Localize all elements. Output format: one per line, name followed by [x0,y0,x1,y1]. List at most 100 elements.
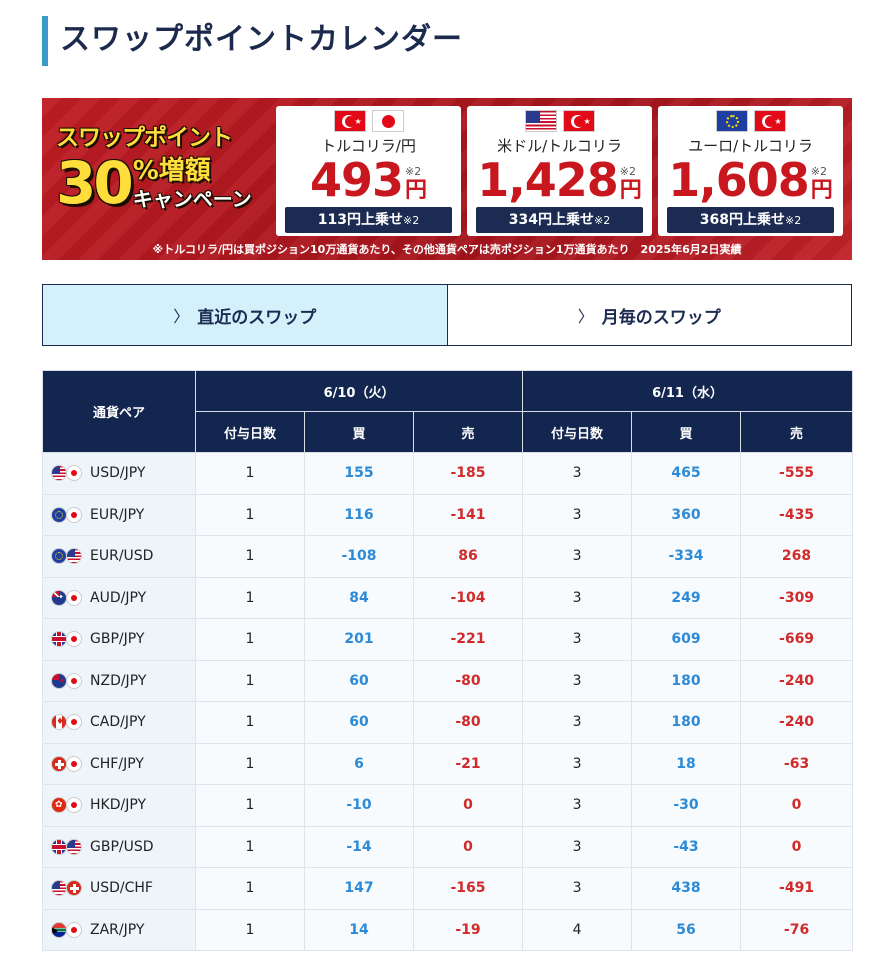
campaign-banner[interactable]: スワップポイント 30 %増額 キャンペーン ★ トルコリラ/円 493 ※2 円 113… [42,98,852,260]
tab-recent-swap[interactable]: 〉 直近のスワップ [43,285,448,345]
card-flags: ★ [276,110,461,134]
pair-name: USD/JPY [90,465,146,482]
sell-cell: -80 [412,659,524,702]
swap-table-wrapper: 通貨ペア 6/10（火） 6/11（水） 付与日数 買 売 付与日数 買 売 U… [42,370,854,951]
pair-name: EUR/USD [90,548,154,565]
card-bonus-text: 368円上乗せ [699,212,785,228]
pair-cell: HKD/JPY [42,784,196,827]
sell-cell: -141 [412,493,524,536]
pair-name: NZD/JPY [90,672,147,689]
days-cell: 1 [195,784,305,827]
buy-cell: 56 [631,908,742,951]
card-value-unit: 円 [810,178,833,203]
swap-card-usd-try: ★ 米ドル/トルコリラ 1,428 ※2 円 334円上乗せ※2 [467,106,652,236]
days-cell: 1 [195,659,305,702]
header-days-2: 付与日数 [522,411,633,453]
japan-flag-icon [66,631,82,648]
card-bonus: 113円上乗せ※2 [285,207,452,233]
sell-cell: -21 [412,742,524,785]
sell-cell: -435 [740,493,854,536]
sell-cell: -185 [412,452,524,495]
pair-cell: AUD/JPY [42,576,196,619]
swap-card-eur-try: ★ ユーロ/トルコリラ 1,608 ※2 円 368円上乗せ※2 [658,106,843,236]
pair-name: ZAR/JPY [90,921,145,938]
buy-cell: 18 [631,742,742,785]
switzerland-flag-icon [66,880,82,897]
header-date-2: 6/11（水） [522,370,854,412]
card-bonus-note: ※2 [403,214,420,227]
table-row: CHF/JPY 1 6 -21 3 18 -63 [42,742,854,785]
buy-cell: -334 [631,535,742,578]
days-cell: 3 [522,576,633,619]
card-bonus-note: ※2 [594,214,611,227]
tab-monthly-swap[interactable]: 〉 月毎のスワップ [448,285,852,345]
pair-cell: EUR/USD [42,535,196,578]
table-row: EUR/USD 1 -108 86 3 -334 268 [42,535,854,578]
card-value-unit: 円 [405,178,428,203]
days-cell: 4 [522,908,633,951]
japan-flag-icon [66,921,82,938]
japan-flag-icon [66,755,82,772]
usa-flag-icon [66,548,82,565]
canada-flag-icon [51,714,67,731]
buy-cell: -10 [304,784,414,827]
days-cell: 1 [195,618,305,661]
eu-flag-icon [715,110,748,132]
turkey-flag-icon: ★ [753,110,786,132]
buy-cell: 147 [304,867,414,910]
days-cell: 3 [522,659,633,702]
card-value: 493 ※2 円 [276,154,461,204]
pair-cell: CAD/JPY [42,701,196,744]
header-buy-2: 買 [631,411,742,453]
buy-cell: 116 [304,493,414,536]
card-value: 1,608 ※2 円 [658,154,843,204]
buy-cell: -30 [631,784,742,827]
days-cell: 3 [522,784,633,827]
card-value-number: 493 [309,153,404,207]
sell-cell: 0 [740,825,854,868]
days-cell: 1 [195,908,305,951]
usa-flag-icon [524,110,557,132]
days-cell: 3 [522,867,633,910]
buy-cell: 249 [631,576,742,619]
buy-cell: 84 [304,576,414,619]
sell-cell: -555 [740,452,854,495]
card-value: 1,428 ※2 円 [467,154,652,204]
sell-cell: 86 [412,535,524,578]
sell-cell: -491 [740,867,854,910]
usa-flag-icon [51,465,67,482]
days-cell: 1 [195,452,305,495]
usa-flag-icon [66,838,82,855]
japan-flag-icon [66,797,82,814]
new-zealand-flag-icon [51,672,67,689]
days-cell: 3 [522,742,633,785]
buy-cell: 201 [304,618,414,661]
swap-table: 通貨ペア 6/10（火） 6/11（水） 付与日数 買 売 付与日数 買 売 U… [42,370,854,951]
days-cell: 1 [195,701,305,744]
table-row: GBP/USD 1 -14 0 3 -43 0 [42,825,854,868]
buy-cell: 155 [304,452,414,495]
sell-cell: -240 [740,659,854,702]
table-row: GBP/JPY 1 201 -221 3 609 -669 [42,618,854,661]
pair-name: HKD/JPY [90,797,147,814]
pair-name: CAD/JPY [90,714,146,731]
buy-cell: 360 [631,493,742,536]
pair-cell: CHF/JPY [42,742,196,785]
buy-cell: 6 [304,742,414,785]
table-row: USD/JPY 1 155 -185 3 465 -555 [42,452,854,495]
sell-cell: 0 [740,784,854,827]
switzerland-flag-icon [51,755,67,772]
swap-card-try-jpy: ★ トルコリラ/円 493 ※2 円 113円上乗せ※2 [276,106,461,236]
turkey-flag-icon: ★ [562,110,595,132]
pair-cell: EUR/JPY [42,493,196,536]
promo-percent-label: %増額 [132,156,211,186]
buy-cell: 438 [631,867,742,910]
sell-cell: -309 [740,576,854,619]
header-sell-2: 売 [740,411,854,453]
japan-flag-icon [66,506,82,523]
page-title: スワップポイントカレンダー [42,16,463,66]
sell-cell: -80 [412,701,524,744]
buy-cell: 60 [304,701,414,744]
card-flags: ★ [467,110,652,134]
south-africa-flag-icon [51,921,67,938]
